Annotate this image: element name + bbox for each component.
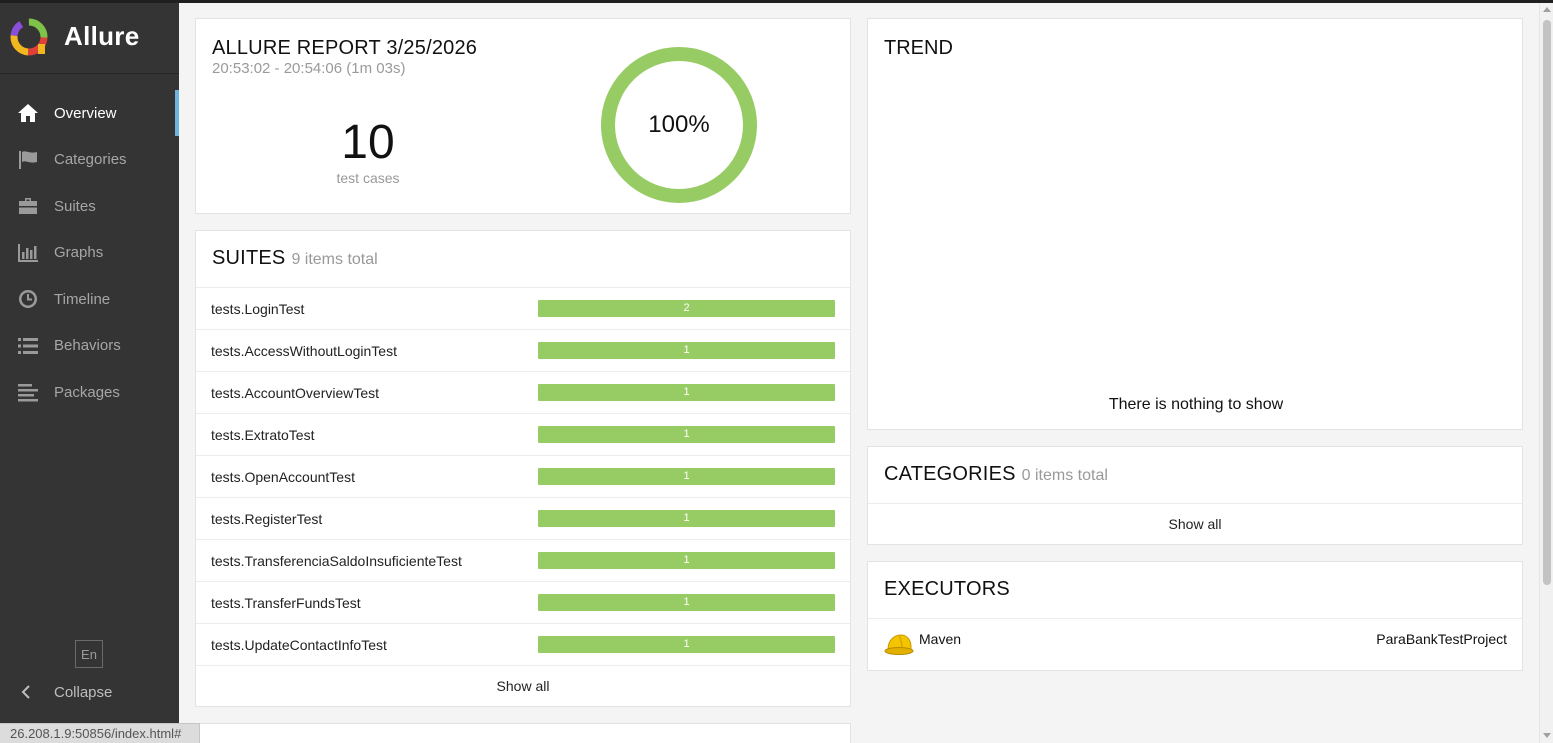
helmet-icon: [884, 634, 914, 655]
allure-logo-icon: [10, 18, 48, 55]
clock-icon: [17, 288, 39, 310]
main-content: ALLURE REPORT 3/25/2026 20:53:02 - 20:54…: [179, 3, 1539, 743]
executor-row[interactable]: Maven ParaBankTestProject: [868, 619, 1522, 671]
test-case-count-label: test cases: [336, 170, 400, 186]
sidebar-nav: Overview Categories Suites Graphs Timeli…: [0, 90, 179, 416]
sidebar-item-label: Suites: [54, 197, 96, 215]
browser-status-url: 26.208.1.9:50856/index.html#: [0, 723, 200, 743]
table-row[interactable]: tests.UpdateContactInfoTest 1: [196, 624, 850, 666]
suites-title: SUITES: [212, 247, 286, 269]
executor-name: Maven: [919, 631, 962, 647]
table-row[interactable]: tests.TransferFundsTest 1: [196, 582, 850, 624]
list-icon: [17, 335, 39, 357]
suite-name: tests.TransferenciaSaldoInsuficienteTest: [211, 552, 462, 569]
suite-name: tests.AccountOverviewTest: [211, 384, 380, 401]
table-row[interactable]: tests.AccountOverviewTest 1: [196, 372, 850, 414]
suite-name: tests.TransferFundsTest: [211, 594, 361, 611]
suites-header: SUITES 9 items total: [196, 231, 850, 288]
categories-show-all-link[interactable]: Show all: [868, 504, 1522, 544]
flag-icon: [17, 149, 39, 171]
chevron-left-icon: [21, 685, 30, 699]
suite-name: tests.OpenAccountTest: [211, 468, 355, 485]
suite-name: tests.RegisterTest: [211, 510, 323, 527]
sidebar-item-categories[interactable]: Categories: [0, 137, 179, 184]
sidebar-item-behaviors[interactable]: Behaviors: [0, 323, 179, 370]
top-border: [0, 0, 1553, 3]
sidebar-item-packages[interactable]: Packages: [0, 369, 179, 416]
suite-passed-bar[interactable]: 1: [538, 594, 835, 611]
suite-passed-bar[interactable]: 1: [538, 636, 835, 653]
categories-header: CATEGORIES 0 items total: [868, 447, 1522, 504]
executors-title: EXECUTORS: [884, 578, 1010, 600]
page-scrollbar[interactable]: [1539, 3, 1553, 743]
executor-build-link[interactable]: ParaBankTestProject: [1376, 631, 1507, 647]
suite-name: tests.UpdateContactInfoTest: [211, 636, 387, 653]
suite-passed-bar[interactable]: 1: [538, 510, 835, 527]
suites-widget: SUITES 9 items total tests.LoginTest 2 te…: [195, 230, 851, 707]
suites-count: 9 items total: [291, 251, 378, 268]
executors-header: EXECUTORS: [868, 562, 1522, 619]
suite-name: tests.ExtratoTest: [211, 426, 315, 443]
next-widget: [195, 723, 851, 743]
scroll-thumb[interactable]: [1543, 20, 1551, 585]
table-row[interactable]: tests.LoginTest 2: [196, 288, 850, 330]
suite-passed-bar[interactable]: 1: [538, 426, 835, 443]
suite-passed-bar[interactable]: 1: [538, 468, 835, 485]
suites-show-all-link[interactable]: Show all: [196, 666, 850, 706]
suite-passed-bar[interactable]: 1: [538, 342, 835, 359]
scroll-down-arrow-icon[interactable]: [1543, 733, 1551, 738]
table-row[interactable]: tests.RegisterTest 1: [196, 498, 850, 540]
trend-empty-message: There is nothing to show: [1108, 396, 1284, 413]
categories-title: CATEGORIES: [884, 463, 1016, 485]
collapse-label: Collapse: [54, 683, 113, 701]
trend-title: TREND: [884, 37, 953, 59]
collapse-button[interactable]: Collapse: [17, 680, 112, 704]
categories-count: 0 items total: [1021, 467, 1108, 484]
scroll-up-arrow-icon[interactable]: [1543, 7, 1551, 12]
suite-passed-bar[interactable]: 1: [538, 552, 835, 569]
table-row[interactable]: tests.AccessWithoutLoginTest 1: [196, 330, 850, 372]
categories-widget: CATEGORIES 0 items total Show all: [867, 446, 1523, 545]
home-icon: [17, 102, 39, 124]
pass-rate-label: 100%: [648, 111, 710, 138]
sidebar-item-timeline[interactable]: Timeline: [0, 276, 179, 323]
align-left-icon: [17, 381, 39, 403]
sidebar-item-label: Categories: [54, 151, 127, 169]
sidebar-item-label: Overview: [54, 104, 117, 122]
suite-passed-bar[interactable]: 2: [538, 300, 835, 317]
sidebar-item-label: Behaviors: [54, 337, 121, 355]
app-name: Allure: [64, 21, 140, 51]
report-time-range: 20:53:02 - 20:54:06 (1m 03s): [212, 60, 406, 77]
language-button[interactable]: En: [75, 640, 103, 668]
sidebar: Allure Overview Categories Suites Graphs: [0, 0, 179, 743]
test-case-count[interactable]: 10: [313, 115, 423, 170]
table-row[interactable]: tests.ExtratoTest 1: [196, 414, 850, 456]
suite-passed-bar[interactable]: 1: [538, 384, 835, 401]
brand[interactable]: Allure: [0, 0, 179, 74]
summary-widget: ALLURE REPORT 3/25/2026 20:53:02 - 20:54…: [195, 18, 851, 214]
suite-name: tests.AccessWithoutLoginTest: [211, 342, 397, 359]
report-title: ALLURE REPORT 3/25/2026: [212, 37, 478, 59]
sidebar-item-label: Packages: [54, 383, 120, 401]
trend-widget: TREND There is nothing to show: [867, 18, 1523, 430]
sidebar-item-graphs[interactable]: Graphs: [0, 230, 179, 277]
sidebar-item-label: Graphs: [54, 244, 104, 262]
sidebar-item-suites[interactable]: Suites: [0, 183, 179, 230]
sidebar-item-label: Timeline: [54, 290, 111, 308]
briefcase-icon: [17, 195, 39, 217]
bar-chart-icon: [17, 242, 39, 264]
sidebar-item-overview[interactable]: Overview: [0, 90, 179, 137]
table-row[interactable]: tests.TransferenciaSaldoInsuficienteTest…: [196, 540, 850, 582]
table-row[interactable]: tests.OpenAccountTest 1: [196, 456, 850, 498]
suite-name: tests.LoginTest: [211, 300, 305, 317]
executors-widget: EXECUTORS Maven ParaBankTestProject: [867, 561, 1523, 671]
